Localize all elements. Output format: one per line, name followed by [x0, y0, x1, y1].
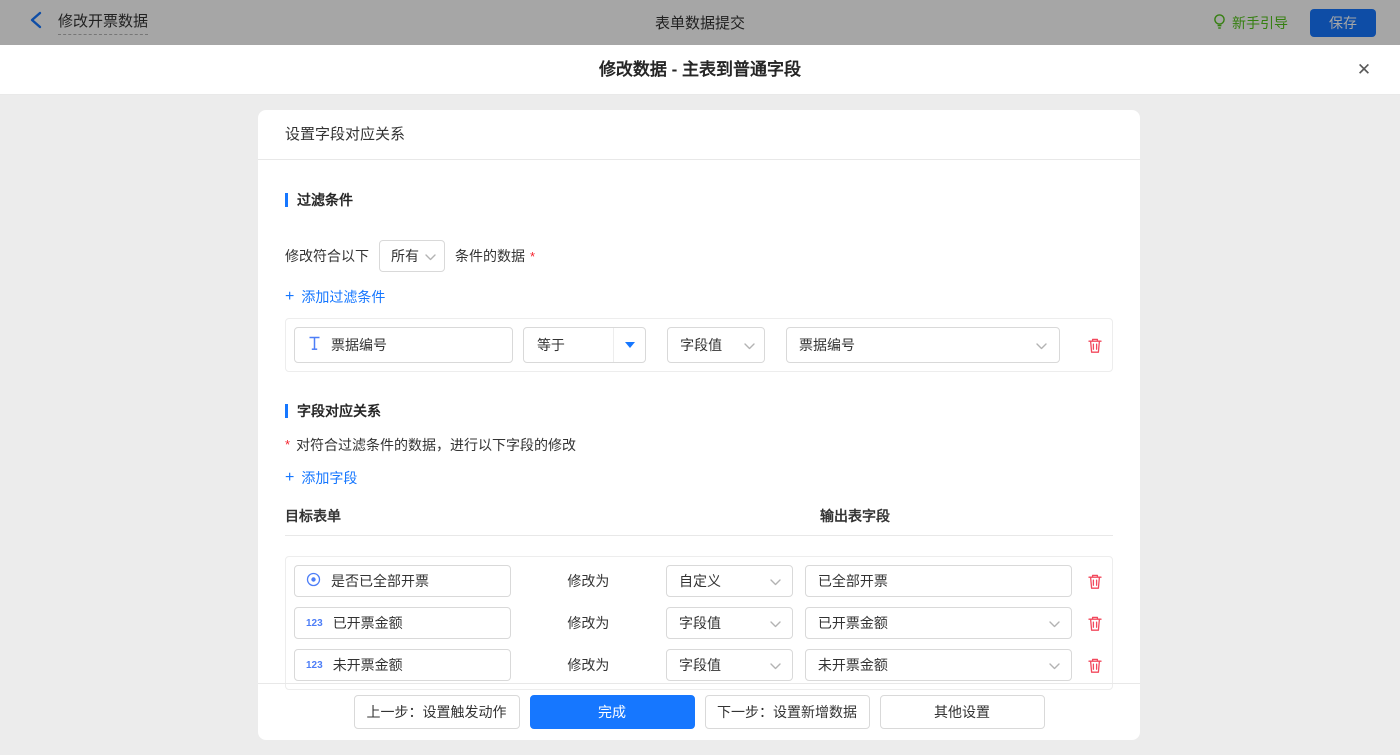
target-field-select[interactable]: 123 已开票金额 — [294, 607, 511, 639]
triangle-down-icon — [625, 342, 635, 348]
modify-label: 修改为 — [511, 655, 666, 675]
required-asterisk: * — [530, 249, 535, 264]
delete-row-button[interactable] — [1086, 572, 1104, 590]
dialog-header: 修改数据 - 主表到普通字段 ✕ — [0, 45, 1400, 95]
beginner-guide-link[interactable]: 新手引导 — [1212, 13, 1288, 33]
chevron-down-icon — [770, 615, 781, 631]
lightbulb-icon — [1212, 13, 1227, 33]
section-accent-bar — [285, 193, 288, 207]
mapping-row: 123 未开票金额 修改为 字段值 未开票金额 — [294, 649, 1104, 681]
delete-row-button[interactable] — [1086, 614, 1104, 632]
modify-mode-select[interactable]: 字段值 — [666, 607, 793, 639]
trash-icon — [1087, 615, 1103, 632]
col-output-field: 输出表字段 — [820, 506, 890, 526]
chevron-down-icon — [1049, 657, 1060, 673]
modify-label: 修改为 — [511, 613, 666, 633]
chevron-down-icon — [744, 337, 755, 353]
chevron-down-icon — [770, 657, 781, 673]
dialog-body: 设置字段对应关系 过滤条件 修改符合以下 所有 条件的数据 * + — [0, 96, 1400, 755]
chevron-down-icon — [425, 248, 436, 264]
other-settings-button[interactable]: 其他设置 — [880, 695, 1045, 729]
target-field-select[interactable]: 123 未开票金额 — [294, 649, 511, 681]
prev-step-button[interactable]: 上一步：设置触发动作 — [354, 695, 520, 729]
dialog-footer: 上一步：设置触发动作 完成 下一步：设置新增数据 其他设置 — [258, 683, 1140, 740]
plus-icon: + — [285, 471, 294, 485]
custom-value-input[interactable] — [805, 565, 1072, 597]
modify-label: 修改为 — [511, 571, 666, 591]
dropdown-arrow-segment[interactable] — [613, 328, 645, 362]
condition-operator-select[interactable]: 等于 — [523, 327, 646, 363]
number-field-icon: 123 — [306, 618, 323, 629]
required-asterisk: * — [285, 437, 290, 452]
condition-value-select[interactable]: 票据编号 — [786, 327, 1060, 363]
mapping-description: * 对符合过滤条件的数据，进行以下字段的修改 — [285, 435, 1113, 455]
number-field-icon: 123 — [306, 660, 323, 671]
back-chevron-icon — [29, 11, 43, 34]
page-title: 表单数据提交 — [0, 12, 1400, 33]
delete-row-button[interactable] — [1086, 656, 1104, 674]
condition-value-type-select[interactable]: 字段值 — [667, 327, 765, 363]
modify-mode-select[interactable]: 字段值 — [666, 649, 793, 681]
col-target-form: 目标表单 — [285, 506, 820, 526]
card-title: 设置字段对应关系 — [258, 110, 1140, 160]
trash-icon — [1087, 337, 1103, 354]
radio-field-icon — [306, 572, 321, 590]
save-button[interactable]: 保存 — [1310, 9, 1376, 37]
guide-label: 新手引导 — [1232, 13, 1288, 33]
trash-icon — [1087, 573, 1103, 590]
output-field-select[interactable]: 已开票金额 — [805, 607, 1072, 639]
condition-field-select[interactable]: 票据编号 — [294, 327, 513, 363]
mapping-rows-group: 是否已全部开票 修改为 自定义 — [285, 556, 1113, 690]
add-field-link[interactable]: + 添加字段 — [285, 468, 357, 488]
target-field-select[interactable]: 是否已全部开票 — [294, 565, 511, 597]
delete-condition-button[interactable] — [1086, 336, 1104, 354]
section-accent-bar — [285, 404, 288, 418]
dialog-title: 修改数据 - 主表到普通字段 — [0, 45, 1400, 95]
chevron-down-icon — [1049, 615, 1060, 631]
done-button[interactable]: 完成 — [530, 695, 695, 729]
mapping-section-title: 字段对应关系 — [285, 401, 1113, 421]
filter-conditions-group: 票据编号 等于 字段值 票据编号 — [285, 318, 1113, 372]
topbar: 修改开票数据 表单数据提交 新手引导 保存 — [0, 0, 1400, 45]
match-prefix-label: 修改符合以下 — [285, 246, 369, 266]
mapping-row: 是否已全部开票 修改为 自定义 — [294, 565, 1104, 597]
trash-icon — [1087, 657, 1103, 674]
output-field-select[interactable]: 未开票金额 — [805, 649, 1072, 681]
modify-mode-select[interactable]: 自定义 — [666, 565, 793, 597]
match-mode-select[interactable]: 所有 — [379, 240, 445, 272]
add-filter-condition-link[interactable]: + 添加过滤条件 — [285, 287, 385, 307]
chevron-down-icon — [1036, 337, 1047, 353]
chevron-down-icon — [770, 573, 781, 589]
mapping-row: 123 已开票金额 修改为 字段值 已开票金额 — [294, 607, 1104, 639]
workflow-name[interactable]: 修改开票数据 — [58, 10, 148, 35]
filter-section-title: 过滤条件 — [285, 190, 1113, 210]
mapping-table-header: 目标表单 输出表字段 — [285, 506, 1113, 536]
match-suffix-label: 条件的数据 — [455, 246, 525, 266]
next-step-button[interactable]: 下一步：设置新增数据 — [705, 695, 870, 729]
back-button[interactable] — [26, 13, 46, 33]
text-field-icon — [308, 336, 321, 354]
filter-condition-row: 票据编号 等于 字段值 票据编号 — [294, 327, 1104, 363]
settings-card: 设置字段对应关系 过滤条件 修改符合以下 所有 条件的数据 * + — [258, 110, 1140, 740]
plus-icon: + — [285, 290, 294, 304]
close-icon[interactable]: ✕ — [1352, 58, 1376, 82]
